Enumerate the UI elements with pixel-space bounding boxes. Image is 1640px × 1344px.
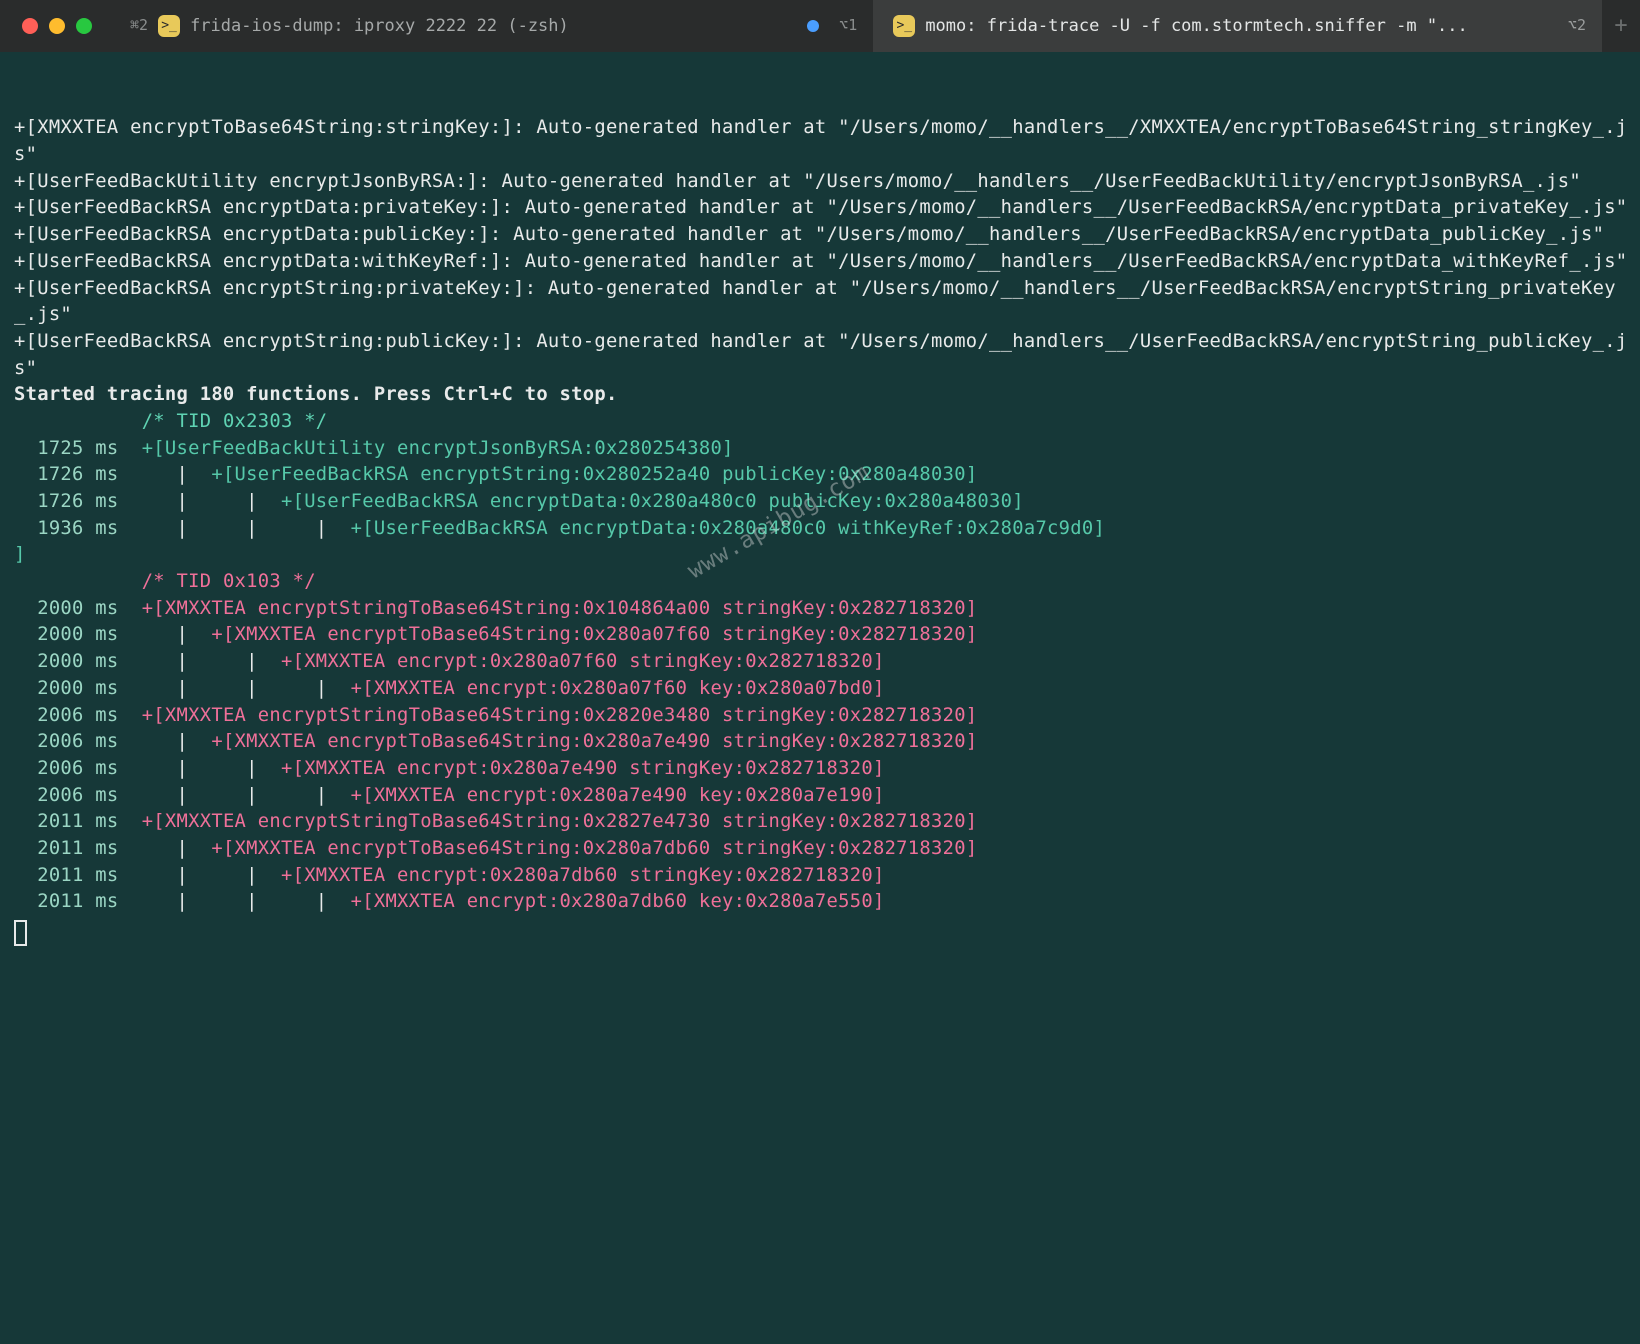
tid-comment: /* TID 0x2303 */ bbox=[142, 411, 328, 432]
trace-line: 1726 ms | +[UserFeedBackRSA encryptStrin… bbox=[14, 462, 1628, 489]
started-msg: Started tracing 180 functions. Press Ctr… bbox=[14, 382, 1628, 409]
trace-line: 2011 ms | +[XMXXTEA encryptToBase64Strin… bbox=[14, 836, 1628, 863]
trace-line: 2000 ms | | | +[XMXXTEA encrypt:0x280a07… bbox=[14, 676, 1628, 703]
trace-line: 2011 ms | | +[XMXXTEA encrypt:0x280a7db6… bbox=[14, 863, 1628, 890]
terminal-icon: >_ bbox=[158, 15, 180, 37]
trace-line: 1725 ms +[UserFeedBackUtility encryptJso… bbox=[14, 436, 1628, 463]
trace-line: 1726 ms | | +[UserFeedBackRSA encryptDat… bbox=[14, 489, 1628, 516]
tab-1[interactable]: ⌘2 >_ frida-ios-dump: iproxy 2222 22 (-z… bbox=[110, 0, 873, 52]
cursor-icon bbox=[14, 920, 27, 946]
trace-line: 2011 ms | | | +[XMXXTEA encrypt:0x280a7d… bbox=[14, 889, 1628, 916]
trace-line: 1936 ms | | | +[UserFeedBackRSA encryptD… bbox=[14, 516, 1628, 543]
handler-line: +[XMXXTEA encryptToBase64String:stringKe… bbox=[14, 115, 1628, 168]
trace-line: 2000 ms +[XMXXTEA encryptStringToBase64S… bbox=[14, 596, 1628, 623]
minimize-icon[interactable] bbox=[49, 18, 65, 34]
trace-line: 2006 ms | | +[XMXXTEA encrypt:0x280a7e49… bbox=[14, 756, 1628, 783]
handler-line: +[UserFeedBackRSA encryptData:privateKey… bbox=[14, 195, 1628, 222]
trace-line: 2006 ms | | | +[XMXXTEA encrypt:0x280a7e… bbox=[14, 783, 1628, 810]
tid-comment: /* TID 0x103 */ bbox=[142, 571, 316, 592]
trace-line: 2011 ms +[XMXXTEA encryptStringToBase64S… bbox=[14, 809, 1628, 836]
handler-line: +[UserFeedBackRSA encryptData:withKeyRef… bbox=[14, 249, 1628, 276]
activity-badge-icon bbox=[807, 20, 819, 32]
trace-line: 2006 ms +[XMXXTEA encryptStringToBase64S… bbox=[14, 703, 1628, 730]
terminal-output[interactable]: www.apibug.com +[XMXXTEA encryptToBase64… bbox=[0, 52, 1640, 1344]
tab-2[interactable]: >_ momo: frida-trace -U -f com.stormtech… bbox=[873, 0, 1602, 52]
handler-line: +[UserFeedBackRSA encryptString:publicKe… bbox=[14, 329, 1628, 382]
tab-right-kbd: ⌥2 bbox=[1568, 15, 1586, 36]
tab-title: momo: frida-trace -U -f com.stormtech.sn… bbox=[925, 14, 1467, 38]
titlebar: ⌘2 >_ frida-ios-dump: iproxy 2222 22 (-z… bbox=[0, 0, 1640, 52]
handler-line: +[UserFeedBackRSA encryptString:privateK… bbox=[14, 276, 1628, 329]
handler-line: +[UserFeedBackUtility encryptJsonByRSA:]… bbox=[14, 169, 1628, 196]
trace-line: 2000 ms | +[XMXXTEA encryptToBase64Strin… bbox=[14, 622, 1628, 649]
terminal-icon: >_ bbox=[893, 15, 915, 37]
handler-line: +[UserFeedBackRSA encryptData:publicKey:… bbox=[14, 222, 1628, 249]
tab-title: frida-ios-dump: iproxy 2222 22 (-zsh) bbox=[190, 14, 569, 38]
add-tab-button[interactable]: + bbox=[1602, 0, 1640, 52]
zoom-icon[interactable] bbox=[76, 18, 92, 34]
trace-line: 2006 ms | +[XMXXTEA encryptToBase64Strin… bbox=[14, 729, 1628, 756]
tab-right-kbd: ⌥1 bbox=[839, 15, 857, 36]
trace-line: ] bbox=[14, 542, 1628, 569]
trace-line: 2000 ms | | +[XMXXTEA encrypt:0x280a07f6… bbox=[14, 649, 1628, 676]
tab-kbd: ⌘2 bbox=[130, 15, 148, 36]
window-controls bbox=[0, 18, 110, 34]
close-icon[interactable] bbox=[22, 18, 38, 34]
